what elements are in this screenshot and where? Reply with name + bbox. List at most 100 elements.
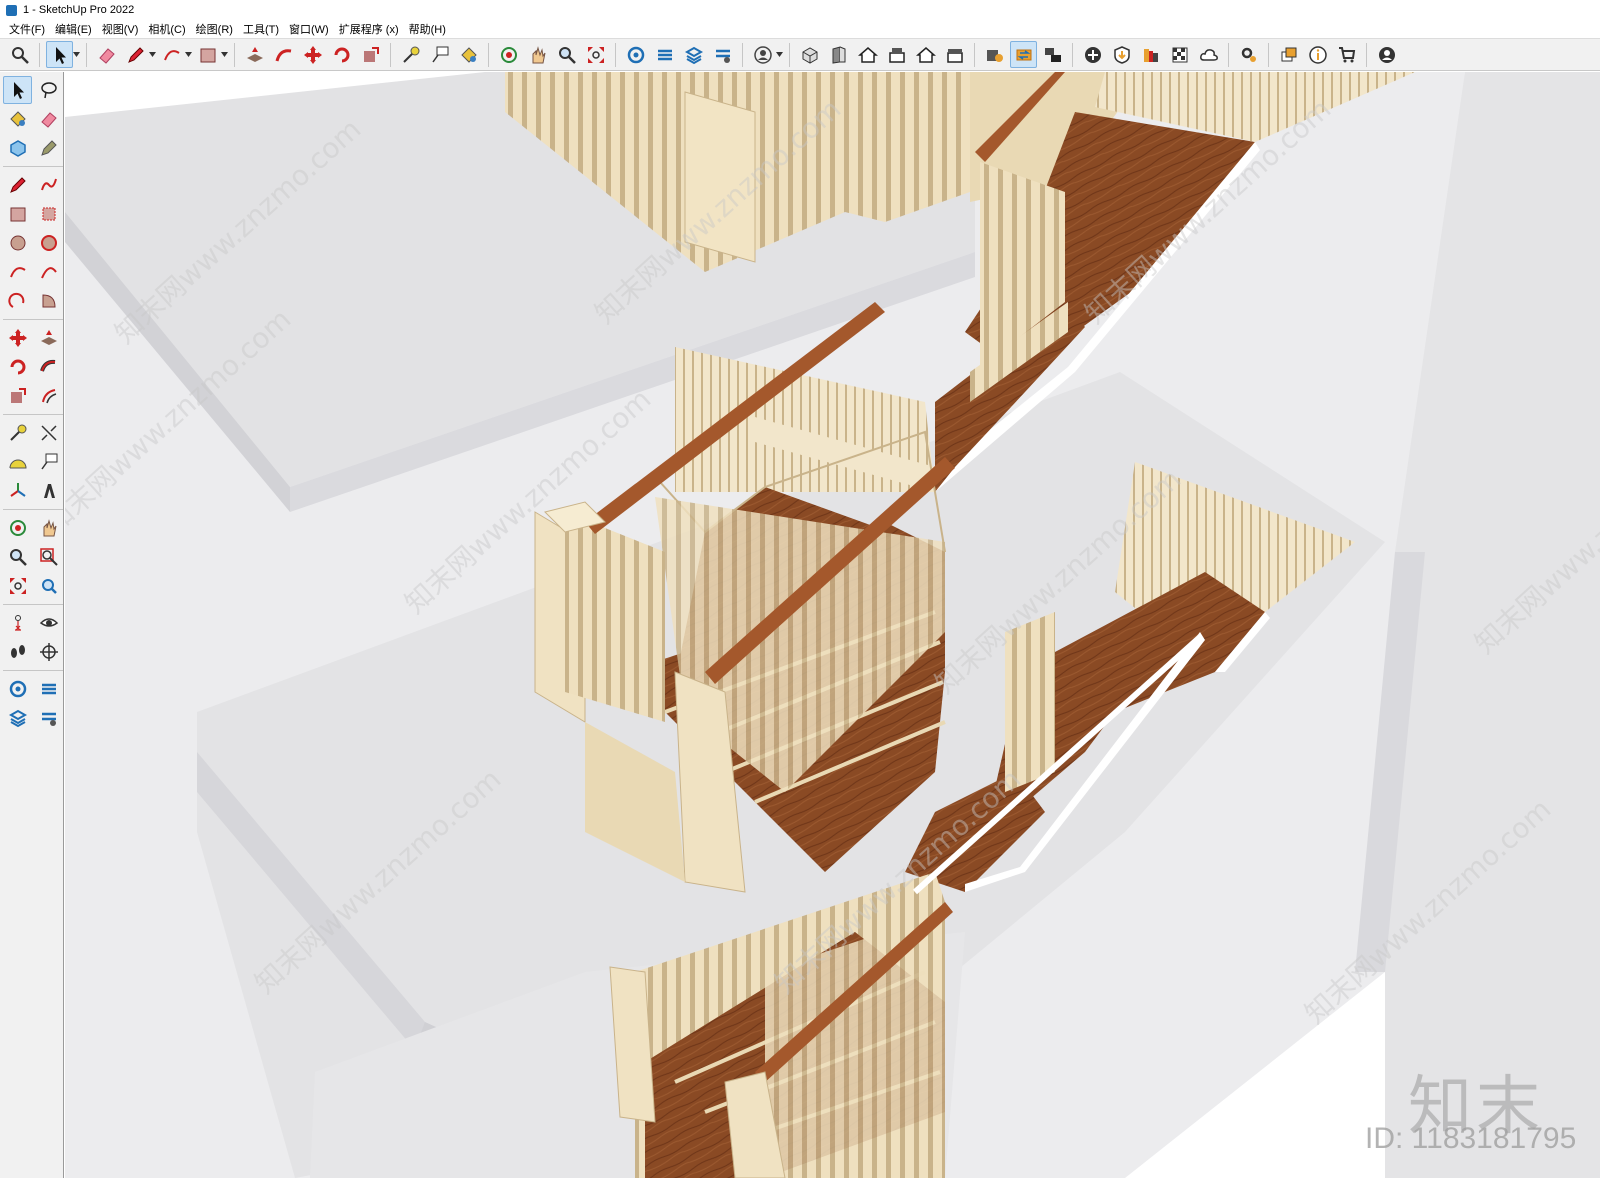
rotate-icon[interactable] — [3, 353, 32, 381]
zoom-icon[interactable] — [553, 41, 580, 68]
orbit-icon[interactable] — [495, 41, 522, 68]
arc-dropdown-icon[interactable] — [184, 41, 192, 68]
look-around-icon[interactable] — [34, 609, 63, 637]
freehand-icon[interactable] — [34, 171, 63, 199]
shadow-icon[interactable] — [1108, 41, 1135, 68]
back-view-icon[interactable] — [912, 41, 939, 68]
push-pull-icon[interactable] — [34, 324, 63, 352]
menu-draw[interactable]: 绘图(R) — [191, 21, 238, 37]
text-icon[interactable] — [34, 448, 63, 476]
iso-view-icon[interactable] — [796, 41, 823, 68]
outliner-icon[interactable] — [1275, 41, 1302, 68]
profile-icon[interactable] — [1373, 41, 1400, 68]
line-icon[interactable] — [3, 171, 32, 199]
account-dropdown-icon[interactable] — [775, 41, 783, 68]
move-icon[interactable] — [299, 41, 326, 68]
paint-bucket-icon[interactable] — [455, 41, 482, 68]
eraser-icon[interactable] — [93, 41, 120, 68]
follow-me-icon[interactable] — [34, 353, 63, 381]
lasso-select-icon[interactable] — [34, 76, 63, 104]
menu-edit[interactable]: 编辑(E) — [50, 21, 97, 37]
text-icon[interactable] — [426, 41, 453, 68]
cloud-icon[interactable] — [1195, 41, 1222, 68]
dimension-icon[interactable] — [34, 419, 63, 447]
zoom-window-icon[interactable] — [34, 543, 63, 571]
push-pull-icon[interactable] — [241, 41, 268, 68]
pan-icon[interactable] — [524, 41, 551, 68]
scale-icon[interactable] — [357, 41, 384, 68]
rectangle-icon[interactable] — [3, 200, 32, 228]
menu-extensions[interactable]: 扩展程序 (x) — [334, 21, 404, 37]
front-view-icon[interactable] — [825, 41, 852, 68]
make-component-icon[interactable] — [3, 134, 32, 162]
right-view-icon[interactable] — [941, 41, 968, 68]
polygon-icon[interactable] — [34, 229, 63, 257]
settings-icon[interactable] — [1235, 41, 1262, 68]
account-icon[interactable] — [749, 41, 776, 68]
menu-help[interactable]: 帮助(H) — [404, 21, 451, 37]
circle-icon[interactable] — [3, 229, 32, 257]
position-camera-icon[interactable] — [3, 609, 32, 637]
tape-measure-icon[interactable] — [397, 41, 424, 68]
rectangle-dropdown-icon[interactable] — [220, 41, 228, 68]
scenes-icon[interactable] — [1039, 41, 1066, 68]
menu-window[interactable]: 窗口(W) — [284, 21, 334, 37]
styles-icon[interactable] — [709, 41, 736, 68]
walk-icon[interactable] — [3, 638, 32, 666]
scale-icon[interactable] — [3, 382, 32, 410]
menu-file[interactable]: 文件(F) — [4, 21, 50, 37]
solid-tools-icon[interactable] — [981, 41, 1008, 68]
paint-bucket-icon[interactable] — [3, 105, 32, 133]
title-bar: 1 - SketchUp Pro 2022 — [0, 0, 1600, 20]
layout-icon[interactable] — [3, 704, 32, 732]
tape-measure-icon[interactable] — [3, 419, 32, 447]
orbit-icon[interactable] — [3, 514, 32, 542]
section-icon[interactable] — [1010, 41, 1037, 68]
pencil-dropdown-icon[interactable] — [148, 41, 156, 68]
eraser-icon[interactable] — [34, 105, 63, 133]
zoom-extents-icon[interactable] — [582, 41, 609, 68]
rotated-rectangle-icon[interactable] — [34, 200, 63, 228]
select-icon[interactable] — [3, 76, 32, 104]
select-dropdown-icon[interactable] — [72, 41, 80, 68]
info-icon[interactable] — [1304, 41, 1331, 68]
model-viewport[interactable]: 知末 ID: 1183181795 知末网www.znzmo.com 知末网www… — [65, 72, 1600, 1178]
previous-view-icon[interactable] — [34, 572, 63, 600]
pie-icon[interactable] — [34, 287, 63, 315]
zoom-extents-icon[interactable] — [3, 572, 32, 600]
cart-icon[interactable] — [1333, 41, 1360, 68]
styles-icon[interactable] — [34, 704, 63, 732]
zoom-icon[interactable] — [3, 543, 32, 571]
menu-view[interactable]: 视图(V) — [97, 21, 144, 37]
select-icon[interactable] — [46, 41, 73, 68]
search-icon[interactable] — [6, 41, 33, 68]
rotate-icon[interactable] — [328, 41, 355, 68]
move-icon[interactable] — [3, 324, 32, 352]
warehouse-icon[interactable] — [3, 675, 32, 703]
two-point-arc-icon[interactable] — [34, 258, 63, 286]
extension-warehouse-icon[interactable] — [34, 675, 63, 703]
tag-tool-icon[interactable] — [34, 134, 63, 162]
layout-icon[interactable] — [680, 41, 707, 68]
protractor-icon[interactable] — [3, 448, 32, 476]
pan-icon[interactable] — [34, 514, 63, 542]
arc-icon[interactable] — [158, 41, 185, 68]
section-plane-icon[interactable] — [34, 638, 63, 666]
offset-icon[interactable] — [34, 382, 63, 410]
add-location-icon[interactable] — [1079, 41, 1106, 68]
menu-camera[interactable]: 相机(C) — [143, 21, 190, 37]
arc-icon[interactable] — [3, 258, 32, 286]
pencil-icon[interactable] — [122, 41, 149, 68]
axes-icon[interactable] — [3, 477, 32, 505]
menu-tools[interactable]: 工具(T) — [238, 21, 284, 37]
3d-text-icon[interactable] — [34, 477, 63, 505]
home-view-icon[interactable] — [854, 41, 881, 68]
materials-icon[interactable] — [1137, 41, 1164, 68]
warehouse-icon[interactable] — [622, 41, 649, 68]
rectangle-icon[interactable] — [194, 41, 221, 68]
fog-icon[interactable] — [1166, 41, 1193, 68]
follow-me-icon[interactable] — [270, 41, 297, 68]
three-point-arc-icon[interactable] — [3, 287, 32, 315]
top-view-icon[interactable] — [883, 41, 910, 68]
extension-warehouse-icon[interactable] — [651, 41, 678, 68]
